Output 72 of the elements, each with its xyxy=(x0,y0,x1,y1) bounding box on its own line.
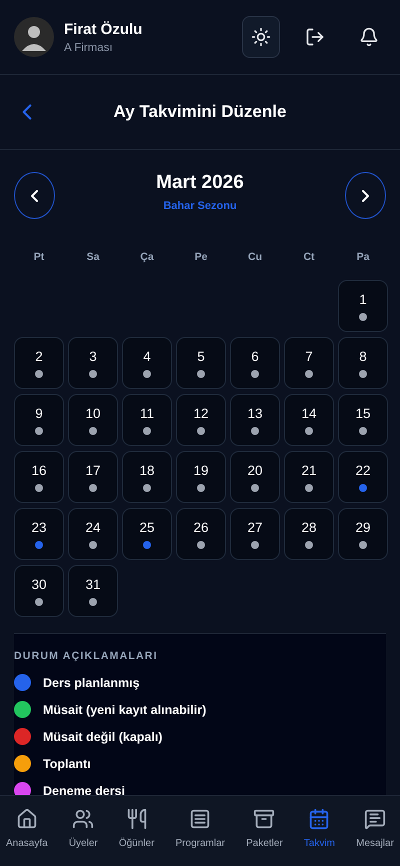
day-cell[interactable]: 3 xyxy=(68,337,118,389)
sun-icon xyxy=(251,27,271,47)
day-cell[interactable]: 24 xyxy=(68,508,118,560)
legend-label: Ders planlanmış xyxy=(43,676,140,690)
day-cell[interactable]: 19 xyxy=(176,451,226,503)
day-cell[interactable]: 12 xyxy=(176,394,226,446)
weekday-label: Cu xyxy=(247,251,263,263)
weekday-label: Pa xyxy=(356,251,370,263)
theme-toggle-button[interactable] xyxy=(242,16,280,58)
calendar-icon xyxy=(308,808,330,830)
nav-tab[interactable]: Programlar xyxy=(176,796,225,866)
day-cell[interactable]: 15 xyxy=(338,394,388,446)
weekday-label: Pt xyxy=(32,251,46,263)
nav-tab[interactable]: Anasayfa xyxy=(6,796,48,866)
home-icon xyxy=(16,808,38,830)
season-label: Bahar Sezonu xyxy=(163,200,237,212)
list-icon xyxy=(189,808,212,830)
nav-tab[interactable]: Üyeler xyxy=(68,796,98,866)
day-cell[interactable]: 9 xyxy=(14,394,64,446)
day-cell[interactable]: 4 xyxy=(122,337,172,389)
legend-label: Müsait değil (kapalı) xyxy=(43,730,162,744)
users-icon xyxy=(72,808,94,830)
day-cell[interactable]: 27 xyxy=(230,508,280,560)
day-cell[interactable]: 10 xyxy=(68,394,118,446)
next-month-button[interactable] xyxy=(344,172,386,219)
user-name: Firat Özulu xyxy=(64,20,144,38)
day-cell[interactable]: 1 xyxy=(338,280,388,332)
day-cell[interactable]: 2 xyxy=(14,337,64,389)
day-cell[interactable]: 14 xyxy=(284,394,334,446)
legend-label: Müsait (yeni kayıt alınabilir) xyxy=(43,702,206,716)
weekday-label: Ça xyxy=(139,251,155,263)
legend-label: Deneme dersi xyxy=(43,784,125,795)
day-cell[interactable]: 7 xyxy=(284,337,334,389)
day-cell[interactable]: 18 xyxy=(122,451,172,503)
day-cell[interactable]: 20 xyxy=(230,451,280,503)
logout-icon xyxy=(305,27,325,47)
day-cell[interactable]: 6 xyxy=(230,337,280,389)
nav-tab[interactable]: Öğünler xyxy=(118,796,154,866)
day-cell[interactable]: 25 xyxy=(122,508,172,560)
day-cell[interactable]: 16 xyxy=(14,451,64,503)
nav-tab[interactable]: Mesajlar xyxy=(356,796,394,866)
day-cell[interactable]: 22 xyxy=(338,451,388,503)
day-cell[interactable]: 29 xyxy=(338,508,388,560)
nav-tab[interactable]: Takvim xyxy=(304,796,336,866)
company-name: A Firması xyxy=(64,42,114,54)
chevron-right-icon xyxy=(362,190,369,202)
legend-label: Toplantı xyxy=(43,756,91,770)
month-title: Mart 2026 xyxy=(156,172,244,194)
day-cell[interactable]: 21 xyxy=(284,451,334,503)
bell-icon xyxy=(359,27,379,47)
day-cell[interactable]: 17 xyxy=(68,451,118,503)
day-cell[interactable]: 8 xyxy=(338,337,388,389)
message-icon xyxy=(364,808,386,830)
day-cell[interactable]: 26 xyxy=(176,508,226,560)
day-cell[interactable]: 23 xyxy=(14,508,64,560)
previous-month-button[interactable] xyxy=(14,172,55,219)
day-cell[interactable]: 31 xyxy=(68,565,118,617)
chevron-left-icon xyxy=(31,190,38,202)
day-cell[interactable]: 30 xyxy=(14,565,64,617)
day-cell[interactable]: 5 xyxy=(176,337,226,389)
weekday-label: Sa xyxy=(86,251,100,263)
archive-box-icon xyxy=(253,808,276,830)
avatar xyxy=(14,17,54,57)
day-cell[interactable]: 11 xyxy=(122,394,172,446)
nav-tab[interactable]: Paketler xyxy=(246,796,283,866)
fork-knife-icon xyxy=(126,808,148,830)
legend-title: DURUM AÇIKLAMALARI xyxy=(14,650,159,662)
page-title: Ay Takvimini Düzenle xyxy=(112,102,288,122)
day-cell[interactable]: 13 xyxy=(230,394,280,446)
weekday-label: Pe xyxy=(194,251,208,263)
weekday-label: Ct xyxy=(302,251,316,263)
day-cell[interactable]: 28 xyxy=(284,508,334,560)
